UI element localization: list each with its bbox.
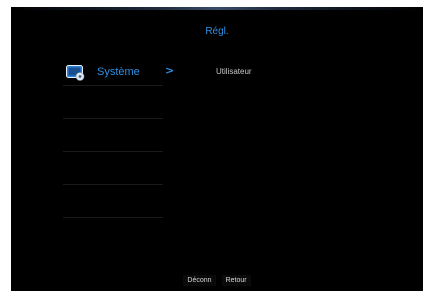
settings-sidebar: Système <box>63 61 163 218</box>
sidebar-item-empty <box>63 119 163 152</box>
sidebar-item-label: Système <box>97 66 140 78</box>
submenu-item-user[interactable]: Utilisateur <box>216 67 252 76</box>
sidebar-item-empty <box>63 86 163 119</box>
sidebar-item-empty <box>63 185 163 218</box>
back-button[interactable]: Retour <box>221 275 251 286</box>
sidebar-item-empty <box>63 152 163 185</box>
system-submenu: Utilisateur <box>216 67 252 76</box>
page-title: Régl. <box>205 26 229 37</box>
sidebar-item-system[interactable]: Système <box>63 61 163 86</box>
chevron-right-icon: > <box>165 64 175 77</box>
logout-button[interactable]: Déconn <box>183 275 216 286</box>
system-settings-icon <box>66 65 86 81</box>
top-glow-bar <box>11 7 423 10</box>
footer-bar: Déconn Retour <box>11 275 423 286</box>
settings-screen: Régl. Système > Utilisateur Déconn Retou… <box>11 7 423 291</box>
